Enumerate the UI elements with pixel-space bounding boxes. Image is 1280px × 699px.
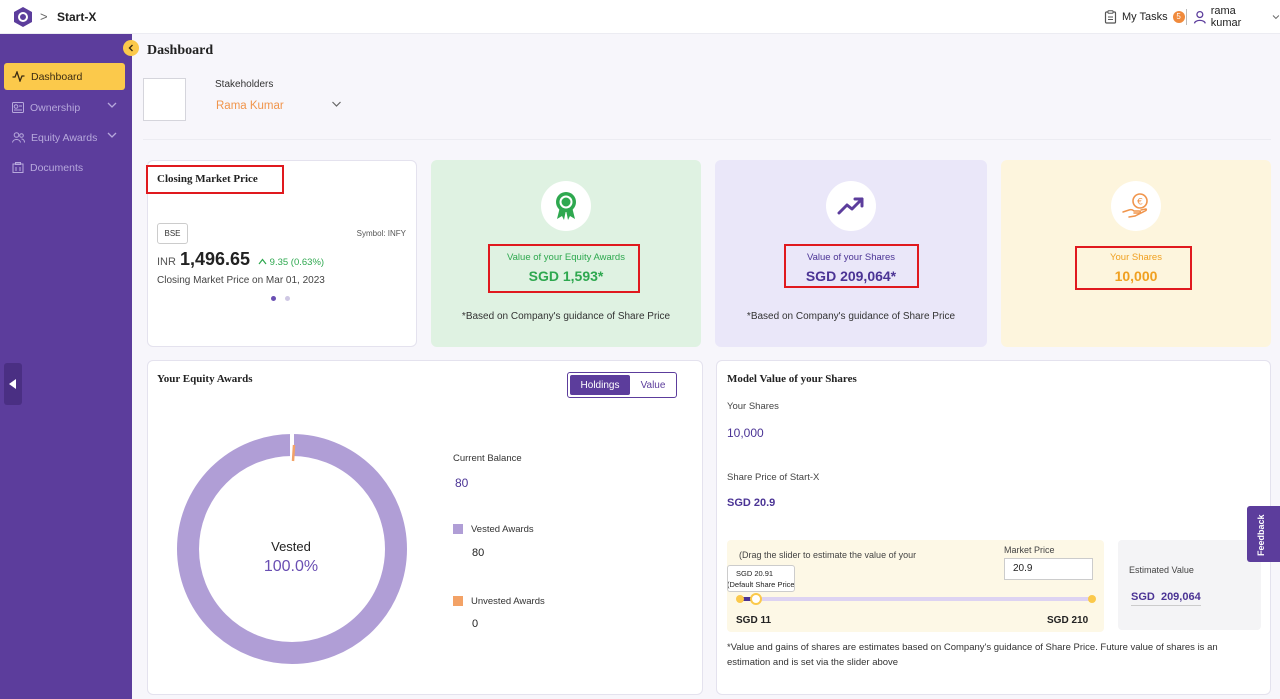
stakeholder-select[interactable]: Rama Kumar — [216, 100, 284, 112]
equity-awards-note: *Based on Company's guidance of Share Pr… — [461, 311, 671, 322]
market-price-value: 1,496.65 — [179, 249, 251, 269]
vested-awards-value: 80 — [472, 547, 485, 559]
coin-hand-icon: € — [1111, 181, 1161, 231]
current-balance-label: Current Balance — [453, 453, 522, 464]
sidebar-item-equity-awards[interactable]: Equity Awards — [4, 124, 125, 151]
slider-thumb[interactable] — [750, 593, 762, 605]
chevron-down-icon — [107, 102, 117, 108]
highlight-box — [146, 165, 284, 194]
sidebar-item-documents[interactable]: Documents — [4, 154, 125, 181]
side-panel-toggle[interactable] — [4, 363, 22, 405]
feedback-button[interactable]: Feedback — [1247, 506, 1280, 562]
current-balance-value: 80 — [455, 476, 469, 490]
collapse-sidebar-button[interactable] — [123, 40, 139, 56]
sidebar-item-dashboard[interactable]: Dashboard — [4, 63, 125, 90]
chevron-left-icon — [128, 44, 133, 52]
chevron-down-icon — [107, 132, 117, 138]
model-value-footnote: *Value and gains of shares are estimates… — [727, 642, 1218, 668]
startx-logo-icon[interactable] — [12, 6, 34, 28]
svg-text:€: € — [1137, 198, 1143, 208]
share-price-value: SGD 20.9 — [727, 497, 776, 509]
price-change-value: 9.35 (0.63%) — [269, 257, 325, 268]
carousel-dot[interactable] — [285, 296, 290, 301]
chevron-down-icon[interactable] — [331, 100, 342, 109]
highlight-box — [784, 244, 919, 288]
unvested-legend-swatch — [453, 596, 463, 606]
price-currency: INR — [157, 256, 176, 268]
unvested-awards-value: 0 — [472, 618, 479, 630]
price-change: 9.35 (0.63%) — [258, 257, 324, 268]
estimated-value-label: Estimated Value — [1129, 565, 1194, 575]
donut-center-label: Vested — [271, 539, 311, 554]
stock-symbol: Symbol: INFY — [356, 229, 406, 238]
feedback-label: Feedback — [1256, 514, 1266, 556]
your-shares-value: 10,000 — [727, 426, 764, 440]
slider-max-label: SGD 210 — [1047, 615, 1089, 626]
tooltip-value: SGD 20.91 — [736, 569, 774, 578]
market-price-input[interactable]: 20.9 — [1004, 558, 1093, 580]
exchange-badge: BSE — [157, 223, 188, 244]
slider-min-label: SGD 11 — [736, 615, 772, 626]
user-icon — [1193, 10, 1206, 24]
slider-hint: (Drag the slider to estimate the value o… — [739, 550, 917, 560]
activity-icon — [12, 71, 25, 82]
equity-awards-title: Your Equity Awards — [157, 373, 253, 385]
sidebar-item-label: Ownership — [30, 101, 81, 114]
vested-awards-label: Vested Awards — [471, 524, 534, 535]
divider — [143, 139, 1271, 140]
my-tasks-label: My Tasks — [1122, 11, 1168, 23]
highlight-box — [1075, 246, 1192, 290]
closing-date-text: Closing Market Price on Mar 01, 2023 — [157, 275, 325, 286]
holdings-value-toggle: Holdings Value — [567, 372, 677, 398]
caret-left-icon — [9, 379, 16, 389]
estimated-value-panel — [1118, 540, 1261, 630]
breadcrumb-separator: > — [40, 9, 48, 24]
slider-max-thumb[interactable] — [1088, 595, 1096, 603]
slider-min-thumb[interactable] — [736, 595, 744, 603]
share-price-label: Share Price of Start-X — [727, 472, 820, 483]
holdings-toggle-button[interactable]: Holdings — [570, 375, 630, 395]
top-bar: > Start-X My Tasks 5 rama kumar — [0, 0, 1280, 34]
sidebar-item-label: Equity Awards — [31, 131, 98, 144]
estimated-value: SGD 209,064 — [1131, 591, 1201, 606]
model-value-title: Model Value of your Shares — [727, 373, 857, 385]
carousel-dot-active[interactable] — [271, 296, 276, 301]
slider-tooltip: SGD 20.91 (Default Share Price) — [727, 565, 795, 592]
shares-value-note: *Based on Company's guidance of Share Pr… — [746, 311, 956, 322]
vested-legend-swatch — [453, 524, 463, 534]
highlight-box — [488, 244, 640, 293]
page-title: Dashboard — [147, 43, 214, 58]
clipboard-icon — [1104, 10, 1117, 24]
stakeholders-label: Stakeholders — [215, 79, 274, 90]
market-price-row: INR 1,496.65 9.35 (0.63%) — [157, 249, 324, 270]
tooltip-caption: (Default Share Price) — [727, 580, 795, 589]
sidebar-item-label: Documents — [30, 161, 84, 174]
unvested-marker — [291, 444, 296, 462]
market-price-label: Market Price — [1004, 545, 1055, 555]
user-menu[interactable]: rama kumar — [1193, 5, 1280, 29]
my-tasks-button[interactable]: My Tasks 5 — [1104, 8, 1185, 26]
header-divider — [1186, 9, 1187, 25]
arrow-up-icon — [258, 258, 267, 265]
tasks-count-badge: 5 — [1172, 11, 1185, 23]
value-toggle-button[interactable]: Value — [630, 373, 676, 397]
donut-center-percent: 100.0% — [263, 558, 319, 575]
users-icon — [12, 132, 25, 143]
user-name: rama kumar — [1210, 5, 1242, 29]
trending-up-icon — [826, 181, 876, 231]
sidebar-item-label: Dashboard — [31, 70, 83, 83]
ownership-icon — [12, 102, 24, 113]
unvested-awards-label: Unvested Awards — [471, 596, 545, 607]
documents-icon — [12, 162, 24, 173]
breadcrumb-app-name[interactable]: Start-X — [57, 10, 96, 24]
sidebar-item-ownership[interactable]: Ownership — [4, 94, 125, 121]
chevron-down-icon — [1272, 15, 1280, 20]
share-price-slider[interactable] — [740, 597, 1092, 601]
your-shares-label: Your Shares — [727, 401, 779, 412]
stakeholder-avatar — [143, 78, 186, 121]
sidebar: Dashboard Ownership Equity Awards Docume… — [0, 34, 132, 699]
award-ribbon-icon — [541, 181, 591, 231]
